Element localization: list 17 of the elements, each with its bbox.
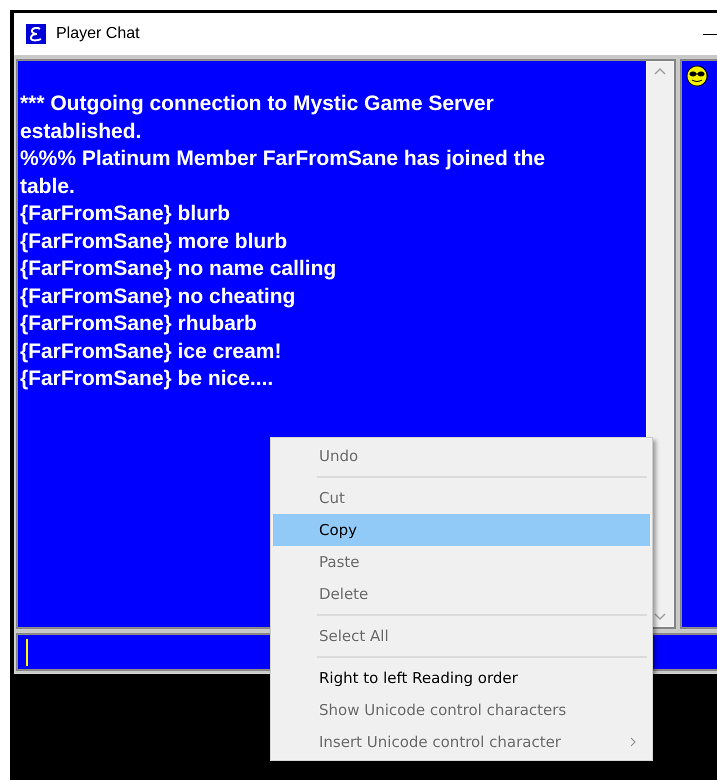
chat-message: {FarFromSane} no cheating [20, 284, 296, 310]
chat-message: {FarFromSane} be nice.... [20, 366, 274, 392]
scroll-down-icon[interactable] [654, 613, 666, 621]
chat-message: {FarFromSane} no name calling [20, 256, 338, 282]
scroll-up-icon[interactable] [654, 67, 666, 75]
chat-message: {FarFromSane} rhubarb [20, 311, 258, 337]
window-title: Player Chat [56, 25, 141, 43]
chat-message: *** Outgoing connection to Mystic Game Server established. [20, 91, 495, 144]
chat-message: {FarFromSane} more blurb [20, 228, 288, 254]
chat-message: {FarFromSane} blurb [20, 201, 232, 227]
chat-message: %%% Platinum Member FarFromSane has joined the table. [20, 146, 546, 200]
scrollbar[interactable] [646, 61, 674, 627]
chat-message: {FarFromSane} ice cream! [20, 338, 282, 364]
menu-item[interactable]: Right to left Reading order [273, 662, 650, 694]
menu-item[interactable]: Copy [273, 514, 650, 546]
sunglasses-smiley-icon [686, 65, 708, 87]
app-logo-icon [26, 24, 46, 44]
